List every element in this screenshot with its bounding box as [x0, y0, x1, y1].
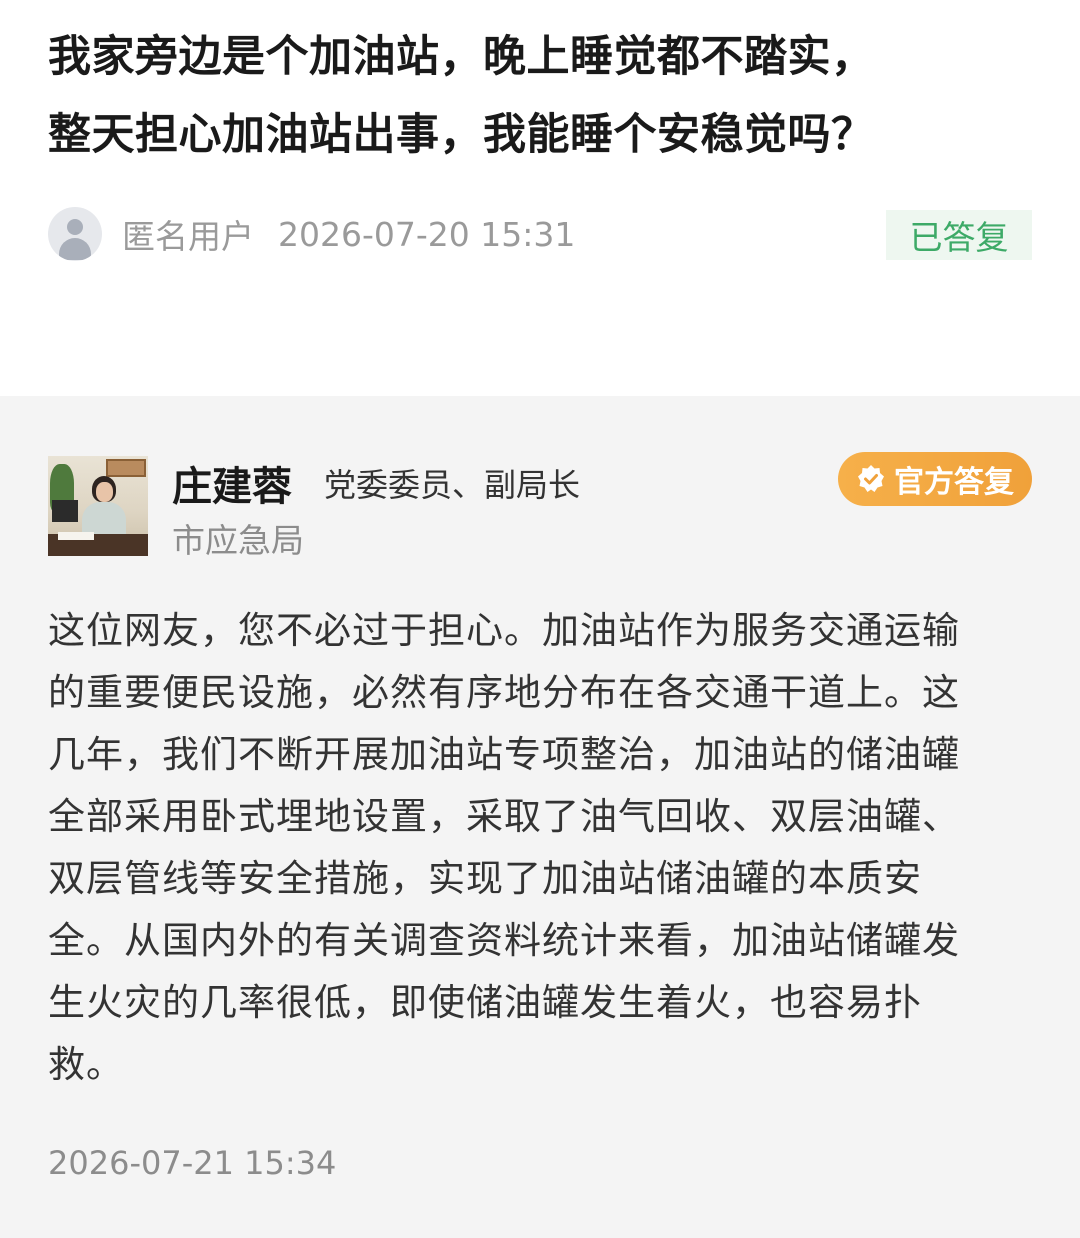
reply-line: 这位网友，您不必过于担心。加油站作为服务交通运输 [48, 609, 960, 652]
official-avatar[interactable] [48, 456, 148, 556]
official-department: 市应急局 [172, 521, 304, 560]
reply-timestamp: 2026-07-21 15:34 [48, 1144, 337, 1182]
verified-shield-icon [856, 464, 886, 494]
reply-line: 全。从国内外的有关调查资料统计来看，加油站储罐发 [48, 919, 960, 962]
asker-name: 匿名用户 [122, 217, 254, 256]
official-reply-section: 庄建蓉 党委委员、副局长 市应急局 官方答复 这位网友，您不必过于担心。加油站作… [0, 396, 1080, 1238]
reply-line: 几年，我们不断开展加油站专项整治，加油站的储油罐 [48, 733, 960, 776]
user-icon [48, 207, 102, 261]
official-reply-badge: 官方答复 [838, 452, 1032, 506]
reply-line: 双层管线等安全措施，实现了加油站储油罐的本质安 [48, 857, 922, 900]
reply-line: 救。 [48, 1043, 124, 1086]
asker-info: 匿名用户 2026-07-20 15:31 [48, 206, 575, 262]
official-reply-badge-label: 官方答复 [894, 465, 1014, 500]
question-title: 我家旁边是个加油站，晚上睡觉都不踏实， 整天担心加油站出事，我能睡个安稳觉吗？ [48, 18, 1038, 174]
official-name: 庄建蓉 [172, 464, 292, 510]
question-title-line: 整天担心加油站出事，我能睡个安稳觉吗？ [48, 110, 875, 160]
status-badge: 已答复 [886, 210, 1032, 260]
reply-line: 的重要便民设施，必然有序地分布在各交通干道上。这 [48, 671, 960, 714]
reply-content: 这位网友，您不必过于担心。加油站作为服务交通运输 的重要便民设施，必然有序地分布… [48, 600, 1038, 1096]
official-title: 党委委员、副局长 [324, 466, 581, 504]
reply-line: 生火灾的几率很低，即使储油罐发生着火，也容易扑 [48, 981, 922, 1024]
question-timestamp: 2026-07-20 15:31 [278, 214, 576, 254]
question-title-line: 我家旁边是个加油站，晚上睡觉都不踏实， [48, 32, 875, 82]
question-section: 我家旁边是个加油站，晚上睡觉都不踏实， 整天担心加油站出事，我能睡个安稳觉吗？ … [0, 0, 1080, 396]
reply-line: 全部采用卧式埋地设置，采取了油气回收、双层油罐、 [48, 795, 960, 838]
